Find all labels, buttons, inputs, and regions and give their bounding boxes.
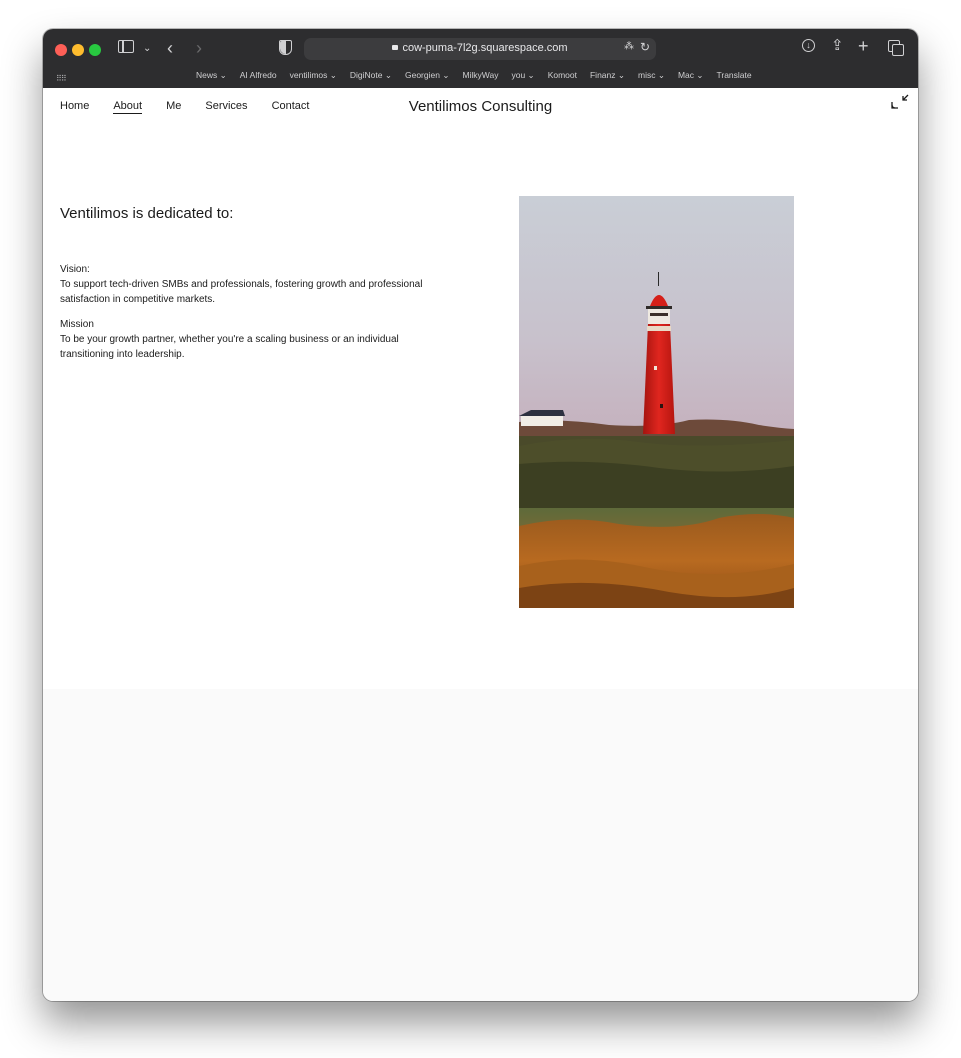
lock-icon <box>392 45 399 50</box>
translate-icon[interactable]: ⁂ <box>624 41 634 52</box>
forward-arrow-icon[interactable]: › <box>196 38 202 58</box>
site-title[interactable]: Ventilimos Consulting <box>43 98 918 115</box>
minimize-window-button[interactable] <box>72 44 84 56</box>
bookmark-item[interactable]: MilkyWay <box>462 70 498 84</box>
reload-icon[interactable]: ↻ <box>640 40 650 54</box>
mission-block: Mission To be your growth partner, wheth… <box>60 317 440 362</box>
bookmark-item[interactable]: AI Alfredo <box>240 70 277 84</box>
collapse-icon[interactable] <box>889 92 911 114</box>
bookmark-item[interactable]: Finanz ⌄ <box>590 70 625 84</box>
url-text: cow-puma-7l2g.squarespace.com <box>402 42 568 54</box>
vision-block: Vision: To support tech-driven SMBs and … <box>60 262 440 307</box>
download-icon[interactable]: ↓ <box>802 39 815 52</box>
browser-toolbar: ⌄ ‹ › cow-puma-7l2g.squarespace.com ⁂ ↻ … <box>43 29 918 88</box>
bookmark-item[interactable]: ventilimos ⌄ <box>290 70 337 84</box>
privacy-shield-icon[interactable] <box>279 40 292 55</box>
bookmark-item[interactable]: Georgien ⌄ <box>405 70 449 84</box>
bookmark-item[interactable]: you ⌄ <box>511 70 534 84</box>
vision-label: Vision: <box>60 264 90 275</box>
bookmarks-bar: News ⌄ AI Alfredo ventilimos ⌄ DigiNote … <box>196 70 752 84</box>
grid-icon[interactable]: ⠿⠿ <box>56 69 67 89</box>
mission-label: Mission <box>60 319 94 330</box>
bookmark-item[interactable]: Komoot <box>548 70 577 84</box>
bookmark-item[interactable]: News ⌄ <box>196 70 227 84</box>
share-icon[interactable]: ⇪ <box>831 36 844 56</box>
back-arrow-icon[interactable]: ‹ <box>167 38 173 58</box>
close-window-button[interactable] <box>55 44 67 56</box>
address-bar[interactable]: cow-puma-7l2g.squarespace.com ⁂ ↻ <box>304 38 656 60</box>
url-display: cow-puma-7l2g.squarespace.com <box>304 42 656 54</box>
sidebar-icon[interactable] <box>118 40 134 53</box>
mission-text: To be your growth partner, whether you'r… <box>60 334 399 360</box>
page-footer-area <box>43 689 918 1001</box>
page-heading: Ventilimos is dedicated to: <box>60 205 234 222</box>
chevron-down-icon[interactable]: ⌄ <box>143 39 151 59</box>
vision-text: To support tech-driven SMBs and professi… <box>60 279 423 305</box>
web-page: Home About Me Services Contact Ventilimo… <box>43 88 918 689</box>
lighthouse-image <box>519 196 794 608</box>
tab-overview-icon[interactable] <box>888 40 904 56</box>
bookmark-item[interactable]: Translate <box>716 70 751 84</box>
bookmark-item[interactable]: misc ⌄ <box>638 70 665 84</box>
new-tab-icon[interactable]: + <box>858 36 869 56</box>
browser-window: ⌄ ‹ › cow-puma-7l2g.squarespace.com ⁂ ↻ … <box>43 29 918 1001</box>
zoom-window-button[interactable] <box>89 44 101 56</box>
bookmark-item[interactable]: DigiNote ⌄ <box>350 70 392 84</box>
bookmark-item[interactable]: Mac ⌄ <box>678 70 704 84</box>
